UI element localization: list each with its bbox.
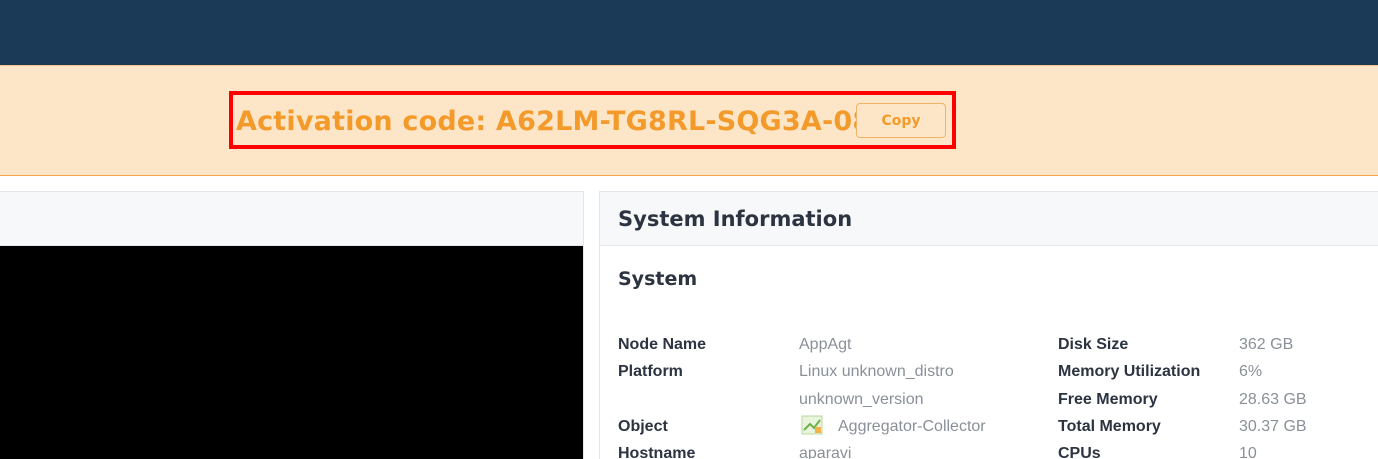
hostname-label: Hostname <box>618 445 696 459</box>
object-value[interactable]: Aggregator-Collector <box>838 418 986 436</box>
section-title: System <box>618 268 698 290</box>
memory-utilization-value: 6% <box>1239 363 1263 380</box>
node-name-label: Node Name <box>618 336 707 353</box>
activation-code-text: Activation code: A62LM-TG8RL-SQG3A-08KK4 <box>236 106 933 137</box>
left-panel <box>0 191 584 459</box>
copy-button[interactable]: Copy <box>856 103 946 138</box>
platform-value-line2: unknown_version <box>799 391 924 408</box>
disk-size-value: 362 GB <box>1239 336 1294 353</box>
cpus-value: 10 <box>1239 445 1257 459</box>
free-memory-value: 28.63 GB <box>1239 391 1307 408</box>
memory-utilization-label: Memory Utilization <box>1058 363 1201 380</box>
node-name-value: AppAgt <box>799 336 852 353</box>
disk-size-label: Disk Size <box>1058 336 1129 353</box>
activation-banner: Activation code: A62LM-TG8RL-SQG3A-08KK4… <box>0 65 1378 176</box>
app-page: Activation code: A62LM-TG8RL-SQG3A-08KK4… <box>0 0 1378 459</box>
total-memory-value: 30.37 GB <box>1239 418 1307 435</box>
panel-title: System Information <box>618 207 853 231</box>
system-information-panel: System Information System Node Name AppA… <box>599 191 1378 459</box>
free-memory-label: Free Memory <box>1058 391 1158 408</box>
hostname-value: aparavi <box>799 445 852 459</box>
total-memory-label: Total Memory <box>1058 418 1161 435</box>
console-view <box>0 246 583 459</box>
cpus-label: CPUs <box>1058 445 1101 459</box>
system-information-header: System Information <box>600 192 1378 246</box>
left-panel-header <box>0 192 583 246</box>
object-label: Object <box>618 418 668 435</box>
platform-value: Linux unknown_distro <box>799 363 954 380</box>
top-navigation-bar <box>0 0 1378 65</box>
platform-label: Platform <box>618 363 683 380</box>
aggregator-icon <box>801 415 823 435</box>
